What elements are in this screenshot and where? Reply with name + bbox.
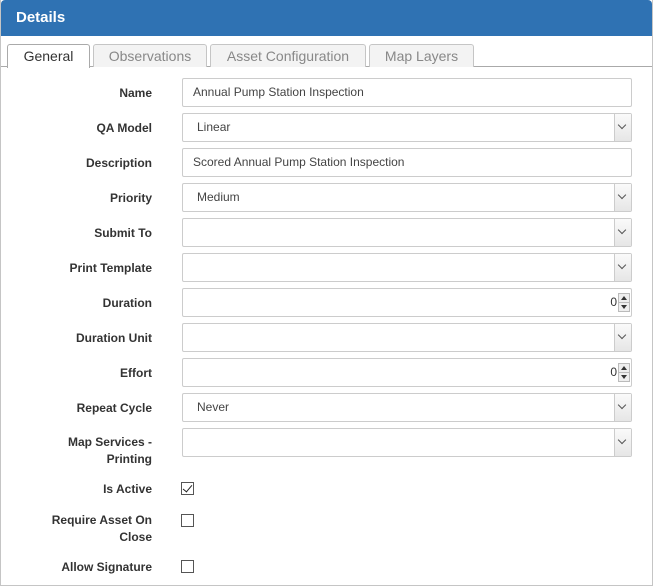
duration-label: Duration	[102, 296, 152, 310]
allow-signature-checkbox[interactable]	[181, 560, 194, 573]
effort-label: Effort	[120, 366, 152, 380]
priority-value: Medium	[197, 190, 240, 204]
duration-value: 0	[610, 295, 617, 309]
spinner-divider	[619, 302, 629, 303]
chevron-down-icon	[617, 435, 627, 445]
tab-observations[interactable]: Observations	[93, 44, 207, 67]
name-value: Annual Pump Station Inspection	[193, 85, 364, 99]
spinner-down-icon[interactable]	[621, 305, 627, 309]
tab-map-layers[interactable]: Map Layers	[369, 44, 474, 67]
repeat-cycle-select[interactable]: Never	[182, 393, 632, 422]
qa-model-select[interactable]: Linear	[182, 113, 632, 142]
duration-unit-select[interactable]	[182, 323, 632, 352]
qa-model-value: Linear	[197, 120, 231, 134]
chevron-down-icon	[617, 120, 627, 130]
effort-input[interactable]: 0	[182, 358, 632, 387]
qa-model-dropdown-button[interactable]	[614, 114, 631, 141]
submit-to-label: Submit To	[94, 226, 152, 240]
require-asset-on-close-label-line1: Require Asset On	[51, 513, 152, 527]
spinner-down-icon[interactable]	[621, 375, 627, 379]
print-template-dropdown-button[interactable]	[614, 254, 631, 281]
chevron-down-icon	[617, 330, 627, 340]
spinner-arrows-icon[interactable]	[618, 293, 630, 312]
spinner-divider	[619, 372, 629, 373]
tab-asset-configuration[interactable]: Asset Configuration	[210, 44, 366, 67]
priority-label: Priority	[109, 191, 152, 205]
repeat-cycle-dropdown-button[interactable]	[614, 394, 631, 421]
tab-bar: General Observations Asset Configuration…	[1, 36, 652, 68]
map-services-printing-label: Map Services - Printing	[68, 434, 152, 468]
spinner-arrows-icon[interactable]	[618, 363, 630, 382]
name-label: Name	[119, 86, 152, 100]
submit-to-dropdown-button[interactable]	[614, 219, 631, 246]
chevron-down-icon	[617, 260, 627, 270]
priority-select[interactable]: Medium	[182, 183, 632, 212]
duration-unit-dropdown-button[interactable]	[614, 324, 631, 351]
print-template-label: Print Template	[69, 261, 152, 275]
panel-header: Details	[1, 0, 652, 36]
allow-signature-label: Allow Signature	[61, 560, 152, 574]
spinner-up-icon[interactable]	[621, 296, 627, 300]
effort-value: 0	[610, 365, 617, 379]
chevron-down-icon	[617, 190, 627, 200]
chevron-down-icon	[617, 400, 627, 410]
require-asset-on-close-label-line2: Close	[119, 530, 152, 544]
description-input[interactable]: Scored Annual Pump Station Inspection	[182, 148, 632, 177]
chevron-down-icon	[617, 225, 627, 235]
repeat-cycle-label: Repeat Cycle	[76, 401, 152, 415]
duration-unit-label: Duration Unit	[76, 331, 152, 345]
submit-to-select[interactable]	[182, 218, 632, 247]
is-active-label: Is Active	[103, 482, 152, 496]
map-services-printing-dropdown-button[interactable]	[614, 429, 631, 456]
checkmark-icon	[182, 482, 193, 493]
spinner-up-icon[interactable]	[621, 366, 627, 370]
priority-dropdown-button[interactable]	[614, 184, 631, 211]
name-input[interactable]: Annual Pump Station Inspection	[182, 78, 632, 107]
details-panel: Details General Observations Asset Confi…	[0, 0, 653, 586]
qa-model-label: QA Model	[96, 121, 152, 135]
map-services-printing-select[interactable]	[182, 428, 632, 457]
require-asset-on-close-label: Require Asset On Close	[52, 512, 152, 546]
description-label: Description	[85, 156, 152, 170]
tab-general[interactable]: General	[7, 44, 90, 68]
description-value: Scored Annual Pump Station Inspection	[193, 155, 405, 169]
is-active-checkbox[interactable]	[181, 482, 194, 495]
map-services-printing-label-line2: Printing	[106, 452, 152, 466]
duration-input[interactable]: 0	[182, 288, 632, 317]
print-template-select[interactable]	[182, 253, 632, 282]
repeat-cycle-value: Never	[197, 400, 230, 414]
panel-title: Details	[16, 9, 66, 26]
require-asset-on-close-checkbox[interactable]	[181, 514, 194, 527]
map-services-printing-label-line1: Map Services -	[67, 435, 152, 449]
